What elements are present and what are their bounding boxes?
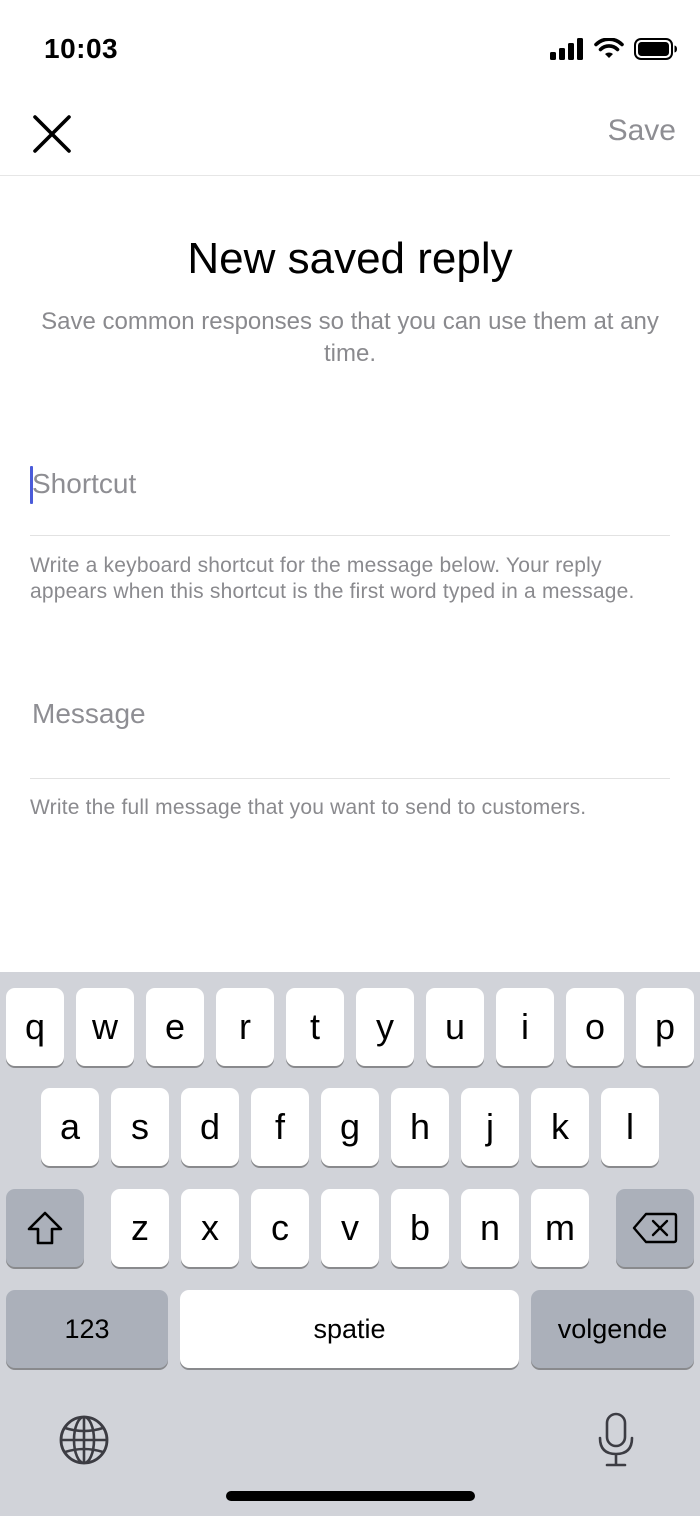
key-q[interactable]: q [6,988,64,1066]
key-f[interactable]: f [251,1088,309,1166]
microphone-icon [598,1412,634,1467]
key-b[interactable]: b [391,1189,449,1267]
backspace-icon [632,1212,678,1244]
key-k[interactable]: k [531,1088,589,1166]
message-input[interactable] [30,680,670,748]
status-time: 10:03 [44,33,119,64]
key-i[interactable]: i [496,988,554,1066]
status-icons [550,38,678,60]
key-m[interactable]: m [531,1189,589,1267]
message-hint: Write the full message that you want to … [30,796,587,819]
page-title: New saved reply [187,234,513,283]
shortcut-field[interactable] [30,450,670,536]
close-icon [33,115,71,153]
key-n[interactable]: n [461,1189,519,1267]
space-key[interactable]: spatie [180,1290,519,1368]
microphone-button[interactable] [592,1410,640,1470]
wifi-icon [594,38,624,58]
key-z[interactable]: z [111,1189,169,1267]
shift-key[interactable] [6,1189,84,1267]
globe-icon [59,1415,109,1465]
key-v[interactable]: v [321,1189,379,1267]
key-r[interactable]: r [216,988,274,1066]
key-u[interactable]: u [426,988,484,1066]
shortcut-input[interactable] [30,450,670,518]
shift-icon [27,1211,63,1245]
key-j[interactable]: j [461,1088,519,1166]
page-subtitle: Save common responses so that you can us… [41,308,659,367]
battery-icon [634,38,677,60]
return-key[interactable]: volgende [531,1290,694,1368]
key-p[interactable]: p [636,988,694,1066]
key-e[interactable]: e [146,988,204,1066]
key-s[interactable]: s [111,1088,169,1166]
key-x[interactable]: x [181,1189,239,1267]
backspace-key[interactable] [616,1189,694,1267]
numbers-key[interactable]: 123 [6,1290,168,1368]
key-o[interactable]: o [566,988,624,1066]
key-t[interactable]: t [286,988,344,1066]
key-c[interactable]: c [251,1189,309,1267]
home-indicator [226,1491,475,1501]
key-w[interactable]: w [76,988,134,1066]
shortcut-hint: Write a keyboard shortcut for the messag… [30,554,635,603]
globe-button[interactable] [56,1412,112,1468]
key-l[interactable]: l [601,1088,659,1166]
key-y[interactable]: y [356,988,414,1066]
keyboard: q w e r t y u i o p a s d f g h j k l z … [0,972,700,1516]
status-bar: 10:03 [0,0,700,100]
close-button[interactable] [26,108,78,160]
key-g[interactable]: g [321,1088,379,1166]
cellular-signal-icon [550,38,583,60]
save-button[interactable]: Save [608,114,676,148]
key-d[interactable]: d [181,1088,239,1166]
key-h[interactable]: h [391,1088,449,1166]
key-a[interactable]: a [41,1088,99,1166]
message-field[interactable] [30,680,670,779]
nav-bar: Save [0,100,700,176]
